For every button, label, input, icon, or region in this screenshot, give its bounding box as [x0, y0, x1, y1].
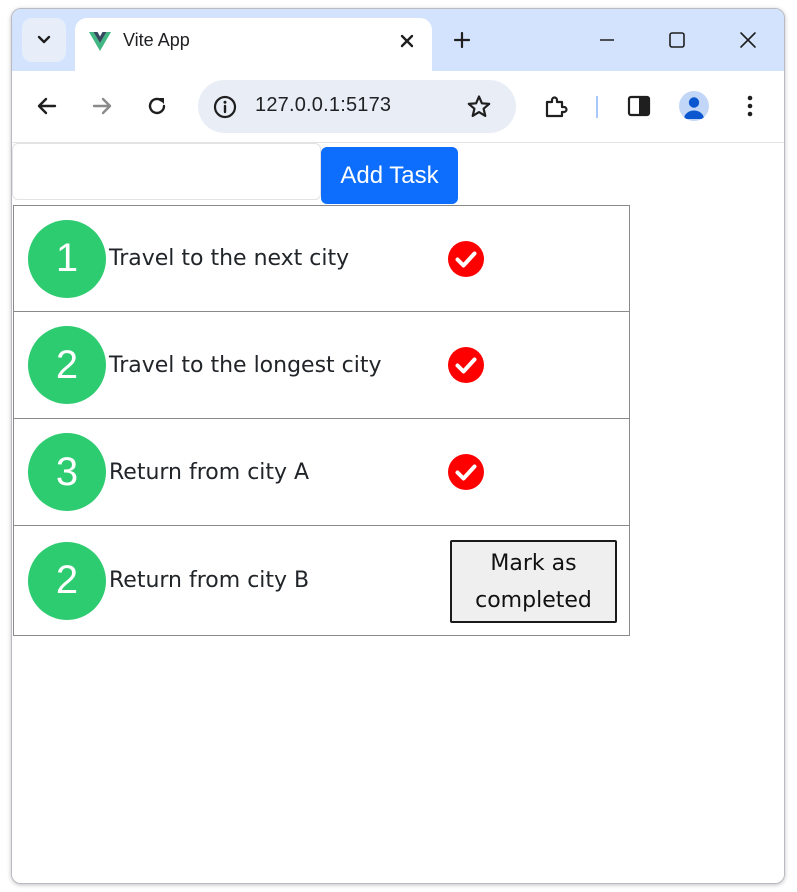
plus-icon[interactable]: [450, 28, 474, 52]
back-icon[interactable]: [34, 93, 60, 119]
extensions-icon[interactable]: [543, 93, 569, 119]
task-number-badge: 2: [28, 541, 106, 620]
tab-search-button[interactable]: [22, 18, 66, 62]
mark-completed-button[interactable]: Mark as completed: [450, 540, 617, 623]
task-row: 2 Travel to the longest city: [13, 312, 630, 419]
task-input[interactable]: [12, 143, 321, 200]
star-icon[interactable]: [465, 93, 493, 121]
forward-icon[interactable]: [89, 93, 115, 119]
menu-icon[interactable]: [737, 93, 763, 119]
task-text: Travel to the longest city: [109, 352, 382, 378]
browser-window: Vite App 127.0.0.1:5173 Add Task 1 Trave…: [11, 8, 785, 884]
task-row: 2 Return from city B Mark as completed: [13, 526, 630, 636]
chevron-down-icon: [37, 35, 51, 44]
minimize-icon[interactable]: [595, 28, 619, 52]
task-number-badge: 2: [28, 326, 106, 404]
profile-icon: [684, 97, 704, 119]
task-text: Return from city A: [109, 459, 310, 485]
info-icon[interactable]: [212, 94, 238, 120]
completed-check-icon: [448, 240, 484, 277]
task-text: Return from city B: [109, 568, 310, 593]
address-bar[interactable]: 127.0.0.1:5173: [198, 80, 516, 133]
task-list: 1 Travel to the next city 2 Travel to th…: [13, 205, 630, 636]
task-row: 1 Travel to the next city: [13, 205, 630, 312]
tab-strip: Vite App: [12, 9, 784, 71]
maximize-icon[interactable]: [665, 28, 689, 52]
browser-toolbar: 127.0.0.1:5173: [12, 71, 784, 143]
browser-tab[interactable]: Vite App: [75, 18, 432, 71]
completed-check-icon: [448, 347, 484, 383]
tab-title: Vite App: [123, 30, 190, 50]
url-text[interactable]: 127.0.0.1:5173: [255, 94, 391, 117]
close-icon[interactable]: [395, 29, 419, 53]
task-number-badge: 3: [28, 433, 106, 511]
task-number-badge: 1: [28, 219, 106, 298]
profile-avatar[interactable]: [679, 91, 709, 121]
completed-check-icon: [448, 454, 484, 490]
window-close-icon[interactable]: [736, 28, 760, 52]
sidepanel-icon[interactable]: [626, 93, 652, 119]
task-text: Travel to the next city: [109, 246, 350, 271]
toolbar-divider: [596, 96, 598, 118]
page-content: Add Task 1 Travel to the next city 2 Tra…: [12, 143, 784, 883]
vue-logo-icon: [89, 32, 111, 51]
reload-icon[interactable]: [144, 93, 170, 119]
add-task-button[interactable]: Add Task: [321, 147, 458, 204]
task-row: 3 Return from city A: [13, 419, 630, 526]
